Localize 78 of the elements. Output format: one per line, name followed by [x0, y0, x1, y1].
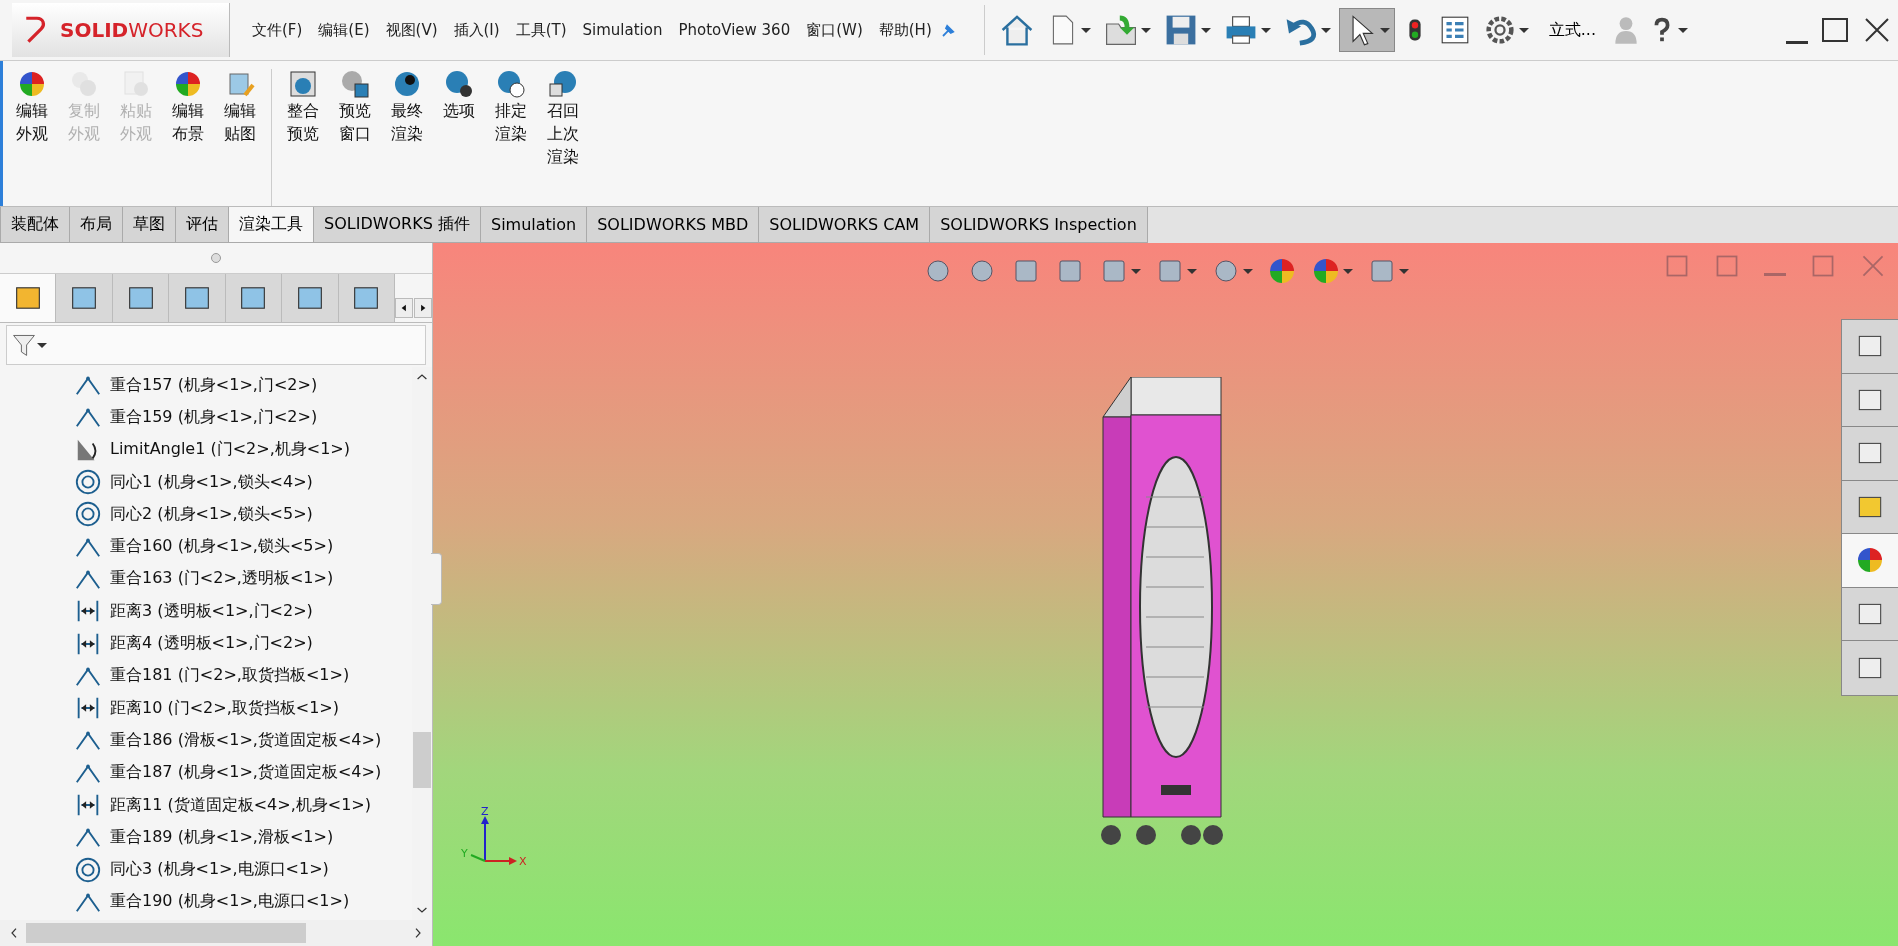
panel-tab[interactable] [56, 274, 113, 322]
tree-item[interactable]: 同心2 (机身<1>,锁头<5>) [110, 503, 313, 525]
task-pane-tab[interactable] [1842, 427, 1898, 481]
panel-tab[interactable] [282, 274, 339, 322]
scroll-right-button[interactable] [413, 298, 432, 318]
panel-tab[interactable] [225, 274, 283, 322]
task-pane-tab[interactable] [1842, 534, 1898, 588]
concentric-icon [74, 500, 102, 529]
tree-item[interactable]: LimitAngle1 (门<2>,机身<1>) [110, 439, 350, 461]
menu-item[interactable]: 文件(F) [244, 20, 311, 40]
tree-item[interactable]: 重合157 (机身<1>,门<2>) [110, 374, 318, 396]
ribbon-button[interactable]: 召回上次渲染 [538, 69, 588, 168]
task-pane-tab[interactable] [1842, 373, 1898, 427]
command-tab[interactable]: 布局 [69, 207, 123, 243]
task-pane-tab[interactable] [1842, 480, 1898, 534]
close-icon [1860, 253, 1886, 279]
logo-text: SOLIDWORKS [60, 18, 204, 42]
command-tab[interactable]: SOLIDWORKS MBD [586, 207, 760, 243]
ribbon-button[interactable]: 编辑外观 [7, 69, 57, 145]
minimize-icon [1786, 40, 1808, 44]
panel-tab[interactable] [0, 274, 57, 322]
view-label[interactable]: 立式... [1548, 19, 1596, 41]
tree-item[interactable]: 距离3 (透明板<1>,门<2>) [110, 600, 313, 622]
command-tab[interactable]: 渲染工具 [228, 207, 314, 243]
concentric-icon [74, 468, 102, 497]
command-tab[interactable]: 草图 [122, 207, 176, 243]
ribbon-button[interactable]: 预览窗口 [330, 69, 380, 145]
task-pane-tab[interactable] [1842, 641, 1898, 695]
menu-item[interactable]: 编辑(E) [310, 20, 378, 40]
left-triangle-icon [399, 304, 408, 312]
ribbon-button[interactable]: 编辑贴图 [215, 69, 265, 145]
tree-item[interactable]: 重合163 (门<2>,透明板<1>) [110, 568, 334, 590]
menu-item[interactable]: 帮助(H) [870, 20, 940, 40]
ribbon-button[interactable]: 最终渲染 [382, 69, 432, 145]
task-pane-tab[interactable] [1842, 587, 1898, 641]
tree-item[interactable]: 距离11 (货道固定板<4>,机身<1>) [110, 794, 371, 816]
command-tab[interactable]: Simulation [479, 207, 588, 243]
tree-item[interactable]: 重合160 (机身<1>,锁头<5>) [110, 536, 334, 558]
menu-item[interactable]: 视图(V) [377, 20, 446, 40]
filter-icon [11, 332, 37, 358]
command-tab[interactable]: 评估 [175, 207, 229, 243]
panel-tab[interactable] [169, 274, 226, 322]
axis-triad: Z X Y [455, 806, 535, 876]
tree-item[interactable]: 距离4 (透明板<1>,门<2>) [110, 633, 313, 654]
menu-item[interactable]: 插入(I) [445, 20, 508, 40]
tree-item[interactable]: 同心1 (机身<1>,锁头<4>) [110, 471, 313, 493]
panel-tab[interactable] [112, 274, 170, 322]
sphere-window-icon [340, 69, 370, 99]
command-tab[interactable]: SOLIDWORKS 插件 [313, 207, 481, 243]
tree-item[interactable]: 重合159 (机身<1>,门<2>) [110, 406, 318, 428]
scrollbar-thumb[interactable] [26, 923, 306, 943]
grip-dot[interactable] [211, 253, 221, 263]
scrollbar-thumb[interactable] [413, 732, 431, 788]
minimize-icon [1764, 272, 1786, 276]
tree-item[interactable]: 重合186 (滑板<1>,货道固定板<4>) [110, 729, 382, 751]
select-button[interactable] [1338, 8, 1395, 52]
tree-item[interactable]: 重合190 (机身<1>,电源口<1>) [110, 891, 350, 913]
task-pane-tab[interactable] [1842, 320, 1898, 374]
tree-item[interactable]: 同心3 (机身<1>,电源口<1>) [110, 859, 329, 881]
menu-item[interactable]: Simulation [574, 21, 671, 39]
tree-item[interactable]: 距离10 (门<2>,取货挡板<1>) [110, 697, 339, 719]
tree-item[interactable]: 重合181 (门<2>,取货挡板<1>) [110, 665, 350, 687]
concentric-icon [74, 855, 102, 884]
menu-item[interactable]: 窗口(W) [798, 20, 871, 40]
command-tab[interactable]: SOLIDWORKS Inspection [929, 207, 1148, 243]
right-triangle-icon [418, 304, 427, 312]
tree-item[interactable]: 重合189 (机身<1>,滑板<1>) [110, 826, 334, 848]
ribbon-button[interactable]: 整合预览 [278, 69, 328, 145]
command-tab[interactable]: 装配体 [0, 207, 70, 243]
menu-item[interactable]: 工具(T) [507, 20, 575, 40]
ribbon-button[interactable]: 选项 [434, 69, 484, 122]
ribbon-button[interactable]: 排定渲染 [486, 69, 536, 145]
ribbon-button[interactable]: 编辑布景 [163, 69, 213, 145]
tree-item[interactable]: 重合187 (机身<1>,货道固定板<4>) [110, 762, 382, 784]
menu-item[interactable]: PhotoView 360 [670, 21, 799, 39]
panel-tab[interactable] [338, 274, 395, 322]
maximize-icon [1820, 15, 1850, 45]
command-tab[interactable]: SOLIDWORKS CAM [758, 207, 931, 243]
